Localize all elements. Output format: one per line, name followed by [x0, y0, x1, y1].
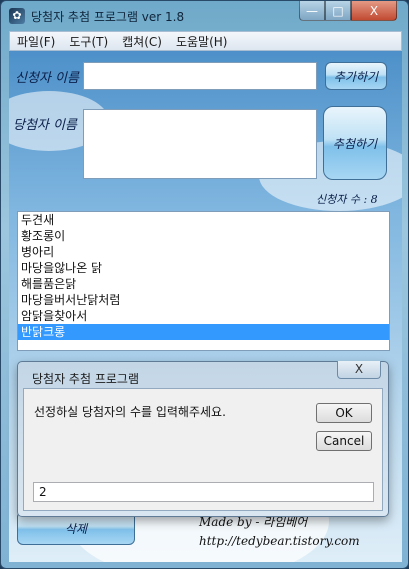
close-icon: X: [354, 362, 364, 376]
list-item[interactable]: 마당을않나온 닭: [18, 260, 389, 276]
list-item[interactable]: 해를품은닭: [18, 276, 389, 292]
dialog-close-button[interactable]: X: [337, 361, 381, 379]
menu-capture[interactable]: 캡쳐(C): [115, 33, 169, 50]
applicant-name-input[interactable]: [83, 62, 317, 90]
winner-count-input[interactable]: 2: [33, 482, 374, 502]
add-button[interactable]: 추가하기: [325, 62, 387, 90]
cancel-button[interactable]: Cancel: [316, 431, 372, 451]
dialog-title: 당첨자 추첨 프로그램: [32, 372, 139, 386]
list-item[interactable]: 암닭을찾아서: [18, 308, 389, 324]
list-item[interactable]: 병아리: [18, 244, 389, 260]
applicant-list[interactable]: 두견새 황조롱이 병아리 마당을않나온 닭 해를품은닭 마당을버서난닭처럼 암닭…: [17, 211, 390, 351]
list-item[interactable]: 황조롱이: [18, 228, 389, 244]
winner-name-output[interactable]: [83, 109, 317, 179]
draw-button[interactable]: 추첨하기: [323, 106, 387, 180]
window-title: 당첨자 추첨 프로그램 ver 1.8: [31, 10, 185, 24]
ok-button[interactable]: OK: [316, 403, 372, 423]
dialog-body: 선정하실 당첨자의 수를 입력해주세요. OK Cancel 2: [23, 388, 383, 511]
blog-url-link[interactable]: http://tedybear.tistory.com: [199, 534, 360, 548]
applicant-count: 신청자 수 : 8: [316, 193, 378, 206]
winner-name-label: 당첨자 이름: [13, 118, 77, 133]
menu-file[interactable]: 파일(F): [10, 33, 62, 50]
list-item[interactable]: 두견새: [18, 212, 389, 228]
list-item[interactable]: 마당을버서난닭처럼: [18, 292, 389, 308]
maximize-button[interactable]: □: [325, 1, 351, 21]
minimize-icon: —: [306, 4, 318, 18]
menu-bar: 파일(F) 도구(T) 캡쳐(C) 도움말(H): [9, 31, 402, 51]
minimize-button[interactable]: —: [299, 1, 325, 21]
dialog-message: 선정하실 당첨자의 수를 입력해주세요.: [34, 405, 226, 419]
input-dialog: 당첨자 추첨 프로그램 X 선정하실 당첨자의 수를 입력해주세요. OK Ca…: [17, 361, 389, 517]
maximize-icon: □: [332, 4, 344, 18]
app-icon[interactable]: ✿: [9, 8, 25, 24]
menu-tools[interactable]: 도구(T): [62, 33, 115, 50]
close-icon: X: [369, 4, 379, 18]
close-button[interactable]: X: [351, 1, 397, 21]
menu-help[interactable]: 도움말(H): [169, 33, 235, 50]
applicant-name-label: 신청자 이름: [15, 71, 79, 86]
list-item-selected[interactable]: 반닭크롱: [18, 324, 389, 340]
